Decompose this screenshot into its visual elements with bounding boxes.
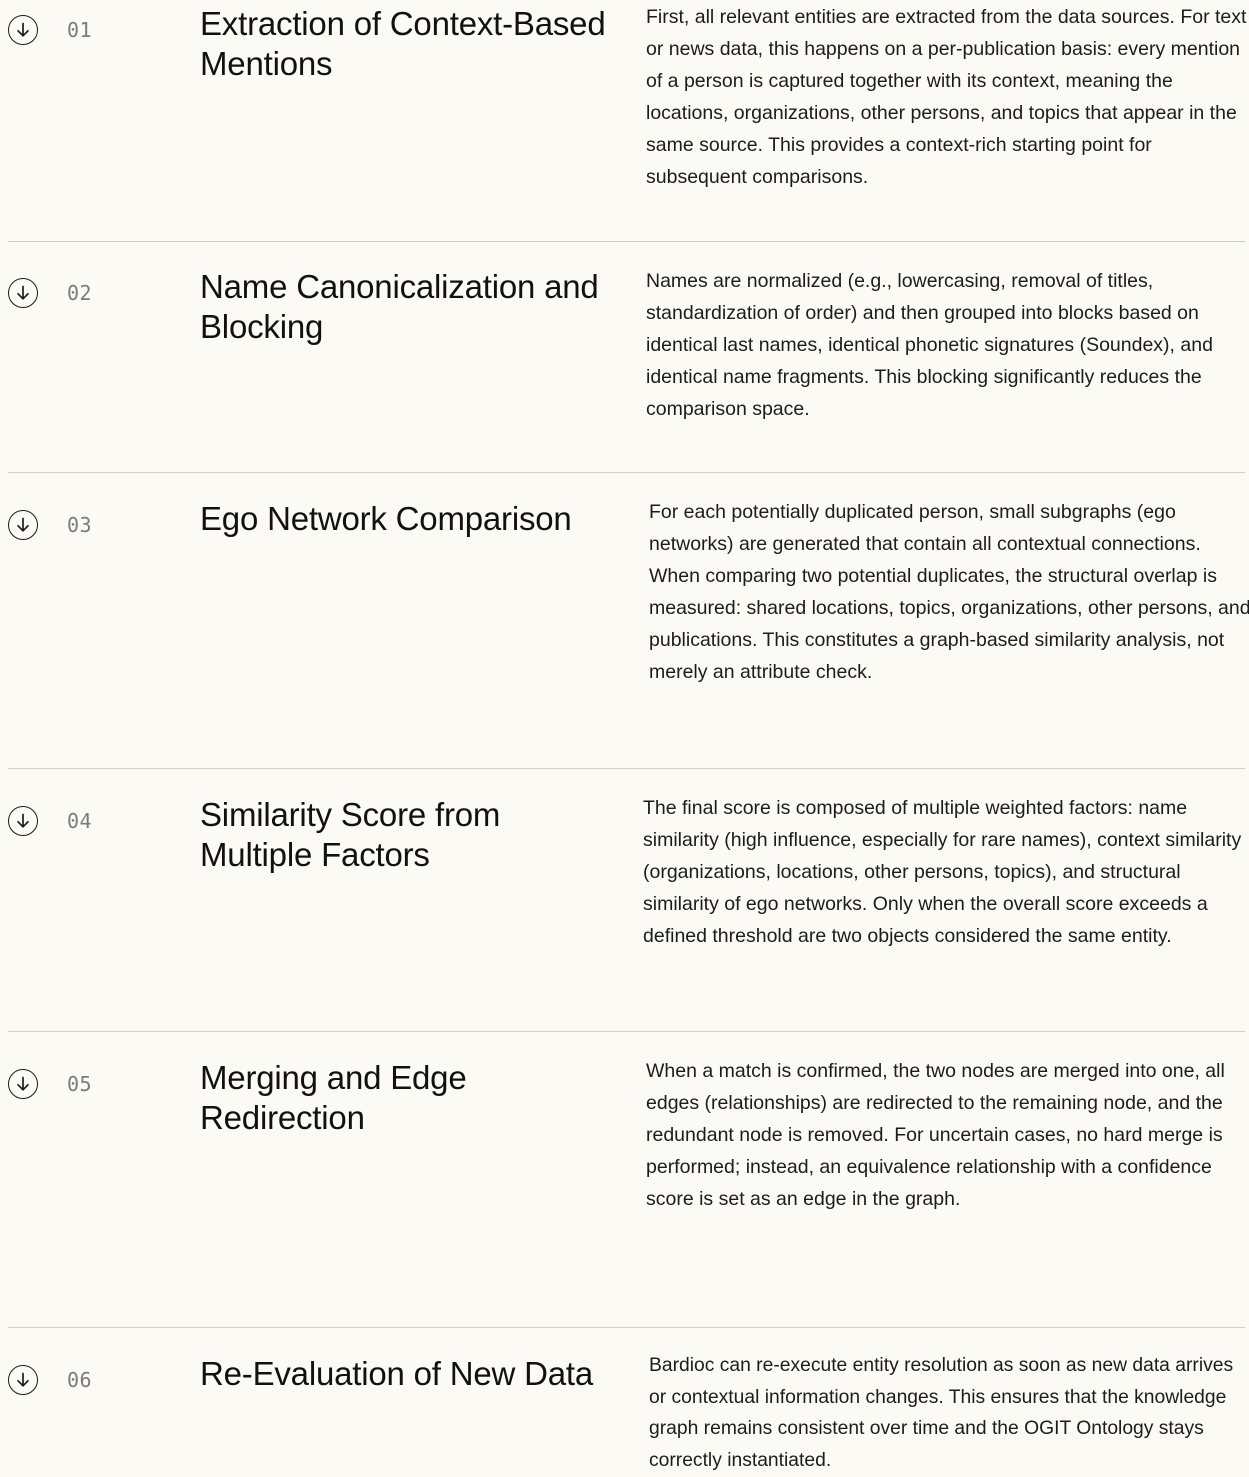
step-number: 06 bbox=[67, 1368, 93, 1392]
divider bbox=[8, 1327, 1245, 1328]
arrow-down-circle-icon[interactable] bbox=[8, 1069, 38, 1099]
divider bbox=[8, 241, 1245, 242]
divider bbox=[8, 1031, 1245, 1032]
arrow-down-circle-icon[interactable] bbox=[8, 278, 38, 308]
step-title: Re-Evaluation of New Data bbox=[200, 1355, 594, 1392]
step-title: Similarity Score from Multiple Factors bbox=[200, 796, 501, 873]
step-number: 04 bbox=[67, 809, 93, 833]
arrow-down-circle-icon[interactable] bbox=[8, 1365, 38, 1395]
step-title: Ego Network Comparison bbox=[200, 500, 572, 537]
process-steps-list: 01 Extraction of Context-Based Mentions … bbox=[0, 0, 1249, 1473]
step-description: When a match is confirmed, the two nodes… bbox=[646, 1060, 1225, 1210]
step-description: The final score is composed of multiple … bbox=[643, 797, 1242, 947]
step-title: Name Canonicalization and Blocking bbox=[200, 268, 599, 345]
step-description: Names are normalized (e.g., lowercasing,… bbox=[646, 270, 1213, 420]
arrow-down-circle-icon[interactable] bbox=[8, 806, 38, 836]
step-description: For each potentially duplicated person, … bbox=[649, 501, 1249, 683]
arrow-down-circle-icon[interactable] bbox=[8, 15, 38, 45]
step-number: 05 bbox=[67, 1072, 93, 1096]
divider bbox=[8, 472, 1245, 473]
step-number: 02 bbox=[67, 281, 93, 305]
arrow-down-circle-icon[interactable] bbox=[8, 510, 38, 540]
step-title: Extraction of Context-Based Mentions bbox=[200, 5, 606, 82]
step-title: Merging and Edge Redirection bbox=[200, 1059, 467, 1136]
step-description: First, all relevant entities are extract… bbox=[646, 6, 1247, 188]
step-description: Bardioc can re-execute entity resolution… bbox=[649, 1355, 1234, 1472]
divider bbox=[8, 768, 1245, 769]
step-number: 03 bbox=[67, 513, 93, 537]
step-number: 01 bbox=[67, 18, 93, 42]
